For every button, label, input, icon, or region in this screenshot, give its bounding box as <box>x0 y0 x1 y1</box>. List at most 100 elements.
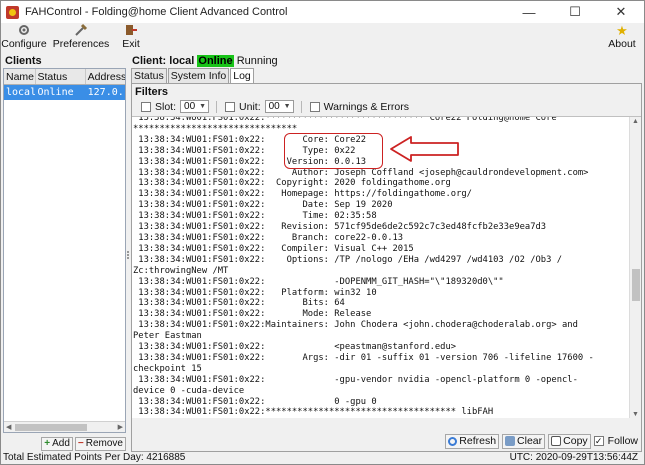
filter-separator <box>216 100 218 113</box>
scroll-up-icon[interactable]: ▲ <box>632 118 639 125</box>
exit-button[interactable]: Exit <box>119 23 143 53</box>
client-state: Running <box>236 55 278 67</box>
log-line: 13:38:34:WU01:FS01:0x22:Maintainers: Joh… <box>133 320 578 331</box>
filter-separator <box>300 100 302 113</box>
close-button[interactable]: ✕ <box>598 1 644 23</box>
minus-icon: − <box>77 438 84 449</box>
warnings-filter-checkbox[interactable] <box>309 101 320 112</box>
clear-label: Clear <box>517 434 543 447</box>
utc-time: UTC: 2020-09-29T13:56:44Z <box>509 452 638 463</box>
title-bar: FAHControl - Folding@home Client Advance… <box>1 1 644 23</box>
remove-client-button[interactable]: − Remove <box>74 437 126 451</box>
refresh-icon <box>448 436 458 446</box>
client-name: local <box>6 87 36 98</box>
log-line: 13:38:34:WU01:FS01:0x22: Platform: win32… <box>133 287 377 298</box>
exit-label: Exit <box>122 38 140 50</box>
column-header-status[interactable]: Status <box>36 69 86 84</box>
scroll-right-icon[interactable]: ▶ <box>118 422 123 432</box>
log-line: 13:38:34:WU01:FS01:0x22: Revision: 571cf… <box>133 222 547 233</box>
follow-label: Follow <box>607 435 638 447</box>
unit-value: 00 <box>268 101 280 112</box>
log-view[interactable]: 13:38:34:WU01:FS01:0x22:****************… <box>132 116 641 418</box>
client-actions: + Add − Remove <box>41 437 126 451</box>
minimize-button[interactable]: — <box>506 1 552 23</box>
log-actions: Refresh Clear Copy ✓ Follow <box>445 433 638 449</box>
configure-label: Configure <box>1 38 47 50</box>
slot-select[interactable]: 00 ▼ <box>180 100 210 113</box>
client-address: 127.0. <box>87 87 124 98</box>
column-header-address[interactable]: Address <box>86 69 125 84</box>
scroll-left-icon[interactable]: ◀ <box>6 422 11 432</box>
log-line: Peter Eastman <box>133 331 202 342</box>
panel-splitter[interactable] <box>126 55 130 452</box>
preferences-button[interactable]: Preferences <box>53 23 109 53</box>
preferences-icon <box>74 23 88 38</box>
status-bar: Total Estimated Points Per Day: 4216885 … <box>1 452 644 464</box>
log-line: 13:38:34:WU01:FS01:0x22: -gpu-vendor nvi… <box>133 374 578 385</box>
log-line: 13:38:34:WU01:FS01:0x22: Copyright: 2020… <box>133 178 451 189</box>
client-row[interactable]: local Online 127.0. <box>4 85 125 100</box>
clear-button[interactable]: Clear <box>502 433 546 449</box>
tab-system-info[interactable]: System Info <box>167 68 230 83</box>
column-header-name[interactable]: Name <box>4 69 36 84</box>
clients-header: Clients <box>5 55 42 67</box>
log-line: 13:38:34:WU01:FS01:0x22: Args: -dir 01 -… <box>133 352 594 363</box>
star-icon: ★ <box>616 23 628 38</box>
unit-label: Unit: <box>239 100 261 113</box>
clients-horizontal-scrollbar[interactable]: ◀ ▶ <box>4 421 125 432</box>
clients-table-header: Name Status Address <box>4 69 125 85</box>
log-line: 13:38:34:WU01:FS01:0x22: -DOPENMM_GIT_HA… <box>133 276 504 287</box>
annotation-highlight-box <box>284 133 383 169</box>
client-status: Online <box>37 87 74 98</box>
scroll-thumb[interactable] <box>15 424 87 431</box>
log-line: ******************************* <box>133 123 298 134</box>
clients-panel: Clients Name Status Address local Online… <box>3 55 126 452</box>
chevron-down-icon: ▼ <box>283 103 291 110</box>
refresh-button[interactable]: Refresh <box>445 433 500 449</box>
client-title-prefix: Client: local <box>132 55 195 67</box>
log-line: Zc:throwingNew /MT <box>133 265 229 276</box>
configure-button[interactable]: Configure <box>1 23 47 53</box>
log-line: 13:38:34:WU01:FS01:0x22: <peastman@stanf… <box>133 342 457 353</box>
clear-icon <box>505 436 516 446</box>
follow-checkbox[interactable]: ✓ <box>593 436 604 446</box>
unit-select[interactable]: 00 ▼ <box>264 100 294 113</box>
log-scroll-thumb[interactable] <box>632 269 640 301</box>
plus-icon: + <box>44 438 51 449</box>
add-client-button[interactable]: + Add <box>41 437 73 451</box>
maximize-button[interactable]: ☐ <box>552 1 598 23</box>
log-line: 13:38:34:WU01:FS01:0x22: Homepage: https… <box>133 189 472 200</box>
slot-value: 00 <box>184 101 196 112</box>
log-line: 13:38:34:WU01:FS01:0x22: Options: /TP /n… <box>133 254 562 265</box>
log-vertical-scrollbar[interactable]: ▲ ▼ <box>629 117 641 418</box>
log-tab-body: Filters Slot: 00 ▼ Unit: 00 ▼ Warnings &… <box>131 83 642 452</box>
remove-label: Remove <box>85 438 123 449</box>
log-line: 13:38:34:WU01:FS01:0x22: 0 -gpu 0 <box>133 396 377 407</box>
tab-status[interactable]: Status <box>131 68 167 83</box>
about-button[interactable]: ★ About <box>605 23 639 53</box>
client-tabs: Status System Info Log <box>131 68 255 84</box>
filters-row: Slot: 00 ▼ Unit: 00 ▼ Warnings & Errors <box>141 100 409 113</box>
copy-button[interactable]: Copy <box>548 433 591 449</box>
tab-log[interactable]: Log <box>230 68 254 84</box>
log-line: 13:38:34:WU01:FS01:0x22:****************… <box>133 407 494 418</box>
add-label: Add <box>52 438 70 449</box>
log-line: 13:38:34:WU01:FS01:0x22: Branch: core22-… <box>133 232 404 243</box>
scroll-down-icon[interactable]: ▼ <box>632 411 639 418</box>
exit-icon <box>124 23 138 38</box>
app-window: FAHControl - Folding@home Client Advance… <box>0 0 645 465</box>
points-per-day: Total Estimated Points Per Day: 4216885 <box>3 452 186 463</box>
window-title: FAHControl - Folding@home Client Advance… <box>25 6 288 18</box>
online-badge: Online <box>197 55 234 67</box>
copy-label: Copy <box>563 434 588 447</box>
slot-filter-checkbox[interactable] <box>141 101 151 112</box>
log-line: 13:38:34:WU01:FS01:0x22: Compiler: Visua… <box>133 243 414 254</box>
unit-filter-checkbox[interactable] <box>225 101 236 112</box>
about-label: About <box>608 38 636 50</box>
slot-label: Slot: <box>155 100 177 113</box>
log-line: 13:38:34:WU01:FS01:0x22: Mode: Release <box>133 309 372 320</box>
fah-app-icon <box>6 5 19 19</box>
warnings-label: Warnings & Errors <box>323 100 409 113</box>
log-line: checkpoint 15 <box>133 363 202 374</box>
follow-toggle[interactable]: ✓ Follow <box>593 435 638 447</box>
